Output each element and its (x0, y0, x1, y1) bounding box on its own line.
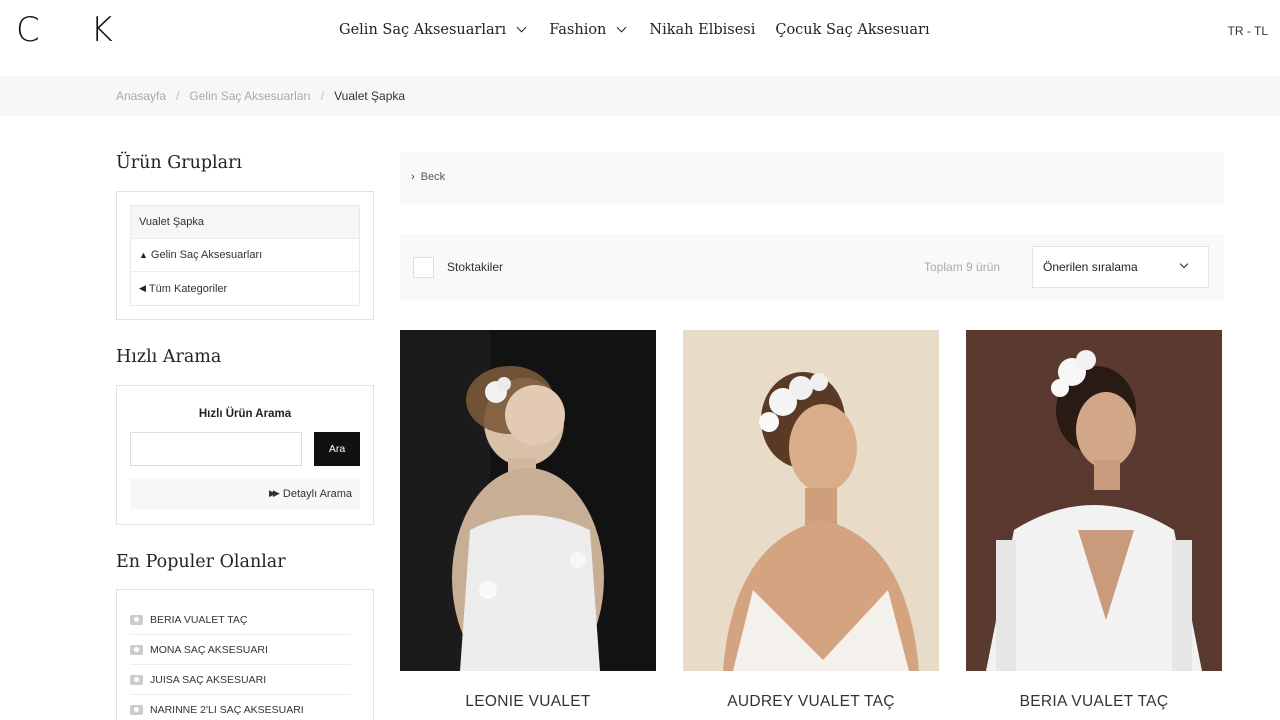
site-logo[interactable]: C K (16, 10, 133, 50)
product-name[interactable]: LEONIE VUALET (400, 693, 656, 711)
popular-item-label: BERIA VUALET TAÇ (150, 613, 248, 626)
camera-icon (130, 704, 143, 715)
back-bar: › Beck (400, 152, 1224, 204)
language-currency-selector[interactable]: TR - TL (1228, 24, 1268, 38)
category-item-tum[interactable]: ◀ Tüm Kategoriler (131, 272, 359, 305)
product-count: Toplam 9 ürün (924, 260, 1001, 274)
advanced-search-label: Detaylı Arama (282, 487, 352, 500)
popular-item[interactable]: MONA SAÇ AKSESUARI (130, 635, 351, 665)
caret-left-icon: ◀ (139, 283, 146, 293)
product-groups-title: Ürün Grupları (116, 153, 243, 173)
in-stock-label[interactable]: Stoktakiler (447, 260, 503, 274)
breadcrumb-current: Vualet Şapka (334, 89, 406, 103)
product-groups-box: Vualet Şapka ▲ Gelin Saç Aksesuarları ◀ … (116, 191, 374, 320)
advanced-search-link[interactable]: ▶▶ Detaylı Arama (130, 478, 360, 509)
product-name[interactable]: AUDREY VUALET TAÇ (683, 693, 939, 711)
nav-item-label: Çocuk Saç Aksesuarı (775, 22, 930, 38)
main-nav: Gelin Saç Aksesuarları Fashion Nikah Elb… (339, 22, 950, 38)
nav-item-label: Nikah Elbisesi (649, 22, 756, 38)
camera-icon (130, 674, 143, 685)
search-input[interactable] (130, 432, 302, 466)
popular-box: BERIA VUALET TAÇ MONA SAÇ AKSESUARI JUIS… (116, 589, 374, 720)
site-header: C K Gelin Saç Aksesuarları Fashion Nikah… (0, 0, 1280, 76)
breadcrumb-separator: / (176, 89, 180, 103)
popular-list: BERIA VUALET TAÇ MONA SAÇ AKSESUARI JUIS… (117, 590, 373, 720)
fast-forward-icon: ▶▶ (269, 488, 280, 498)
chevron-down-icon (516, 22, 527, 33)
nav-item-cocuk[interactable]: Çocuk Saç Aksesuarı (775, 22, 929, 38)
caret-up-icon: ▲ (139, 250, 148, 260)
breadcrumb: Anasayfa / Gelin Saç Aksesuarları / Vual… (116, 89, 405, 103)
quick-search-box: Hızlı Ürün Arama Ara ▶▶ Detaylı Arama (116, 385, 374, 525)
back-link[interactable]: › Beck (411, 171, 445, 183)
popular-title: En Populer Olanlar (116, 552, 286, 572)
nav-item-fashion[interactable]: Fashion (549, 22, 627, 38)
breadcrumb-separator: / (320, 89, 325, 103)
popular-item[interactable]: BERIA VUALET TAÇ (130, 605, 351, 635)
back-label: Beck (420, 171, 446, 183)
quick-search-title: Hızlı Arama (116, 347, 222, 367)
product-image[interactable] (683, 330, 939, 671)
category-item-vualet-sapka[interactable]: Vualet Şapka (131, 206, 359, 239)
breadcrumb-bar: Anasayfa / Gelin Saç Aksesuarları / Vual… (0, 76, 1280, 116)
category-label: Gelin Saç Aksesuarları (150, 249, 263, 261)
sort-select[interactable]: Önerilen sıralama (1032, 246, 1209, 288)
nav-item-label: Gelin Saç Aksesuarları (339, 22, 507, 38)
category-label: Tüm Kategoriler (148, 282, 228, 295)
chevron-right-icon: › (411, 171, 415, 183)
product-name[interactable]: BERIA VUALET TAÇ (966, 693, 1222, 711)
breadcrumb-home[interactable]: Anasayfa (116, 89, 166, 103)
in-stock-checkbox[interactable] (413, 257, 434, 278)
product-card[interactable]: LEONIE VUALET (400, 330, 656, 711)
quick-search-heading: Hızlı Ürün Arama (198, 408, 292, 420)
camera-icon (130, 644, 143, 655)
nav-item-nikah[interactable]: Nikah Elbisesi (649, 22, 755, 38)
popular-item-label: NARINNE 2'LI SAÇ AKSESUARI (150, 703, 304, 716)
popular-item[interactable]: JUISA SAÇ AKSESUARI (130, 665, 351, 695)
category-item-gelin-sac[interactable]: ▲ Gelin Saç Aksesuarları (131, 239, 359, 272)
chevron-down-icon (1179, 259, 1189, 269)
category-label: Vualet Şapka (139, 216, 205, 228)
product-image[interactable] (966, 330, 1222, 671)
breadcrumb-category[interactable]: Gelin Saç Aksesuarları (189, 89, 310, 103)
sort-selected-value: Önerilen sıralama (1043, 260, 1138, 274)
product-card[interactable]: AUDREY VUALET TAÇ (683, 330, 939, 711)
chevron-down-icon (616, 22, 627, 33)
popular-item-label: JUISA SAÇ AKSESUARI (150, 673, 267, 686)
product-image[interactable] (400, 330, 656, 671)
category-list: Vualet Şapka ▲ Gelin Saç Aksesuarları ◀ … (130, 205, 360, 306)
product-card[interactable]: BERIA VUALET TAÇ (966, 330, 1222, 711)
popular-item[interactable]: NARINNE 2'LI SAÇ AKSESUARI (130, 695, 351, 720)
nav-item-label: Fashion (549, 22, 607, 38)
filter-bar: Stoktakiler Toplam 9 ürün Önerilen sıral… (400, 234, 1224, 300)
search-button[interactable]: Ara (314, 432, 360, 466)
camera-icon (130, 614, 143, 625)
popular-item-label: MONA SAÇ AKSESUARI (150, 643, 268, 656)
nav-item-gelin-sac[interactable]: Gelin Saç Aksesuarları (339, 22, 527, 38)
